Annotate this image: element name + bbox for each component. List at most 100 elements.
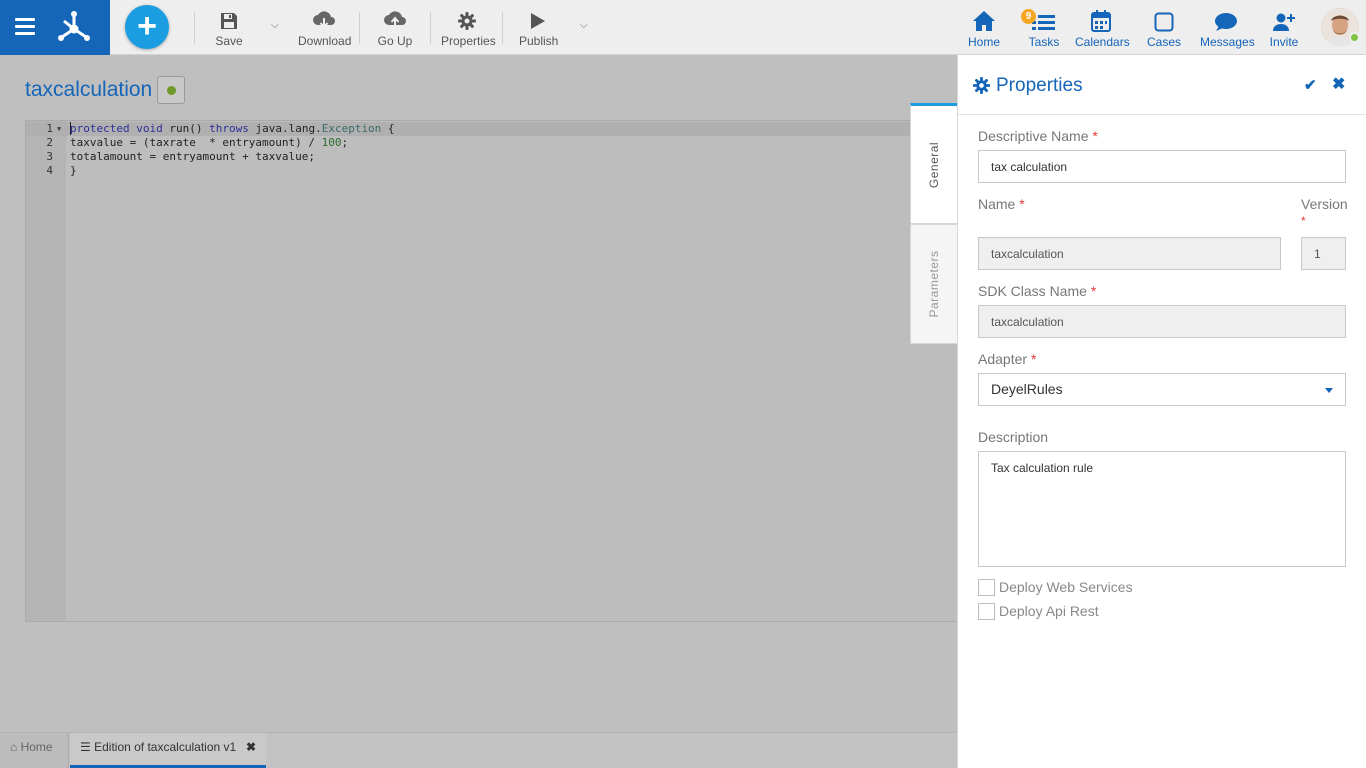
version-label: Version *	[1301, 196, 1348, 228]
brand-area	[0, 0, 110, 55]
floppy-icon	[221, 13, 237, 29]
code-text: taxvalue = (taxrate * entryamount) / 100…	[70, 136, 349, 149]
bottom-tab-bar: ⌂ Home ☰ Edition of taxcalculation v1 ✖	[0, 732, 957, 768]
description-textarea[interactable]: Tax calculation rule	[978, 451, 1346, 567]
name-input	[978, 237, 1281, 270]
code-text: protected void run() throws java.lang.Ex…	[70, 122, 395, 135]
cases-icon	[1154, 12, 1174, 32]
chevron-down-icon	[1325, 388, 1333, 393]
menu-icon[interactable]	[15, 18, 35, 35]
descriptive-name-label: Descriptive Name *	[978, 128, 1098, 144]
properties-panel-title: Properties	[996, 75, 1083, 96]
go-up-button[interactable]: Go Up	[377, 8, 413, 48]
tab-general-label: General	[927, 141, 941, 188]
properties-button[interactable]: Properties	[441, 8, 496, 48]
code-line[interactable]: 4 }	[26, 164, 957, 178]
nav-calendars[interactable]: Calendars	[1075, 6, 1130, 49]
save-label: Save	[215, 34, 243, 48]
properties-panel-header: Properties ✔ ✖	[958, 55, 1366, 115]
editor-workspace: taxcalculation 1 ▼ protected void run() …	[0, 55, 957, 732]
version-input	[1301, 237, 1346, 270]
toolbar-divider	[430, 12, 431, 44]
nav-home-label: Home	[967, 35, 1000, 49]
adapter-label: Adapter *	[978, 351, 1037, 367]
save-button[interactable]: Save	[212, 8, 246, 48]
status-dot-icon	[167, 86, 176, 95]
line-number: 2	[46, 136, 53, 149]
page-title: taxcalculation	[25, 78, 153, 101]
fold-toggle-icon[interactable]: ▼	[57, 122, 61, 136]
bottom-tab-home-label: Home	[20, 740, 53, 754]
publish-button[interactable]: Publish	[519, 8, 559, 48]
sdk-class-name-label: SDK Class Name *	[978, 283, 1097, 299]
tab-general[interactable]: General	[910, 103, 957, 224]
line-number-gutter	[26, 121, 66, 621]
nav-messages-label: Messages	[1200, 35, 1255, 49]
close-icon[interactable]: ✖	[1332, 74, 1345, 94]
download-label: Download	[298, 34, 352, 48]
home-icon: ⌂	[10, 740, 18, 754]
toolbar-divider	[359, 12, 360, 44]
tasks-badge: 9	[1021, 9, 1036, 24]
properties-label: Properties	[441, 34, 496, 48]
deploy-api-rest-checkbox[interactable]	[978, 603, 995, 620]
line-number: 4	[46, 164, 53, 177]
calendar-icon	[1091, 10, 1111, 32]
nav-tasks-label: Tasks	[1028, 35, 1060, 49]
adapter-selected-value: DeyelRules	[991, 381, 1063, 397]
code-line[interactable]: 2 taxvalue = (taxrate * entryamount) / 1…	[26, 136, 957, 150]
properties-panel: Properties ✔ ✖ Descriptive Name * Name *…	[957, 55, 1366, 768]
nav-invite-label: Invite	[1269, 35, 1299, 49]
logo-icon[interactable]	[56, 9, 92, 45]
save-menu-chevron-down-icon[interactable]: ⌵	[271, 20, 279, 31]
nav-messages[interactable]: Messages	[1200, 6, 1255, 49]
adapter-select[interactable]: DeyelRules	[978, 373, 1346, 406]
bottom-tab-edition-label: Edition of taxcalculation v1	[94, 740, 237, 754]
home-icon	[973, 11, 995, 31]
status-button[interactable]	[157, 76, 185, 104]
download-button[interactable]: Download	[298, 8, 352, 48]
code-text: }	[70, 164, 77, 177]
nav-home[interactable]: Home	[966, 6, 1002, 49]
text-cursor	[70, 122, 71, 135]
list-icon: ☰	[80, 740, 91, 754]
name-label: Name *	[978, 196, 1025, 212]
nav-invite[interactable]: Invite	[1269, 6, 1299, 49]
toolbar-divider	[194, 12, 195, 44]
play-icon	[531, 13, 545, 29]
code-text: totalamount = entryamount + taxvalue;	[70, 150, 316, 163]
bottom-tab-home[interactable]: ⌂ Home	[0, 733, 69, 768]
add-user-icon	[1273, 13, 1295, 31]
nav-tasks[interactable]: 9 Tasks	[1021, 6, 1061, 49]
chat-bubble-icon	[1215, 13, 1237, 31]
nav-cases[interactable]: Cases	[1147, 6, 1181, 49]
code-line[interactable]: 1 ▼ protected void run() throws java.lan…	[26, 122, 957, 136]
cloud-upload-icon	[384, 11, 406, 28]
nav-calendars-label: Calendars	[1075, 35, 1130, 49]
cloud-download-icon	[313, 11, 335, 29]
tab-parameters-label: Parameters	[927, 250, 941, 318]
code-editor[interactable]: 1 ▼ protected void run() throws java.lan…	[25, 120, 957, 622]
descriptive-name-input[interactable]	[978, 150, 1346, 183]
top-bar: + Save ⌵ Download Go Up Properties Publi…	[0, 0, 1366, 55]
confirm-check-icon[interactable]: ✔	[1304, 76, 1317, 94]
go-up-label: Go Up	[377, 34, 413, 48]
code-line[interactable]: 3 totalamount = entryamount + taxvalue;	[26, 150, 957, 164]
bottom-tab-edition[interactable]: ☰ Edition of taxcalculation v1 ✖	[70, 733, 266, 768]
gear-icon	[458, 12, 476, 30]
add-button[interactable]: +	[125, 5, 169, 49]
gear-icon	[973, 77, 990, 94]
toolbar-divider	[502, 12, 503, 44]
tab-parameters[interactable]: Parameters	[910, 224, 957, 344]
sdk-class-name-input	[978, 305, 1346, 338]
close-tab-icon[interactable]: ✖	[246, 733, 256, 761]
description-label: Description	[978, 429, 1049, 445]
publish-label: Publish	[519, 34, 559, 48]
publish-menu-chevron-down-icon[interactable]: ⌵	[580, 20, 588, 31]
online-status-indicator	[1349, 32, 1360, 43]
deploy-api-rest-label: Deploy Api Rest	[999, 603, 1099, 619]
deploy-web-services-checkbox[interactable]	[978, 579, 995, 596]
line-number: 1	[46, 122, 53, 135]
deploy-web-services-label: Deploy Web Services	[999, 579, 1133, 595]
line-number: 3	[46, 150, 53, 163]
